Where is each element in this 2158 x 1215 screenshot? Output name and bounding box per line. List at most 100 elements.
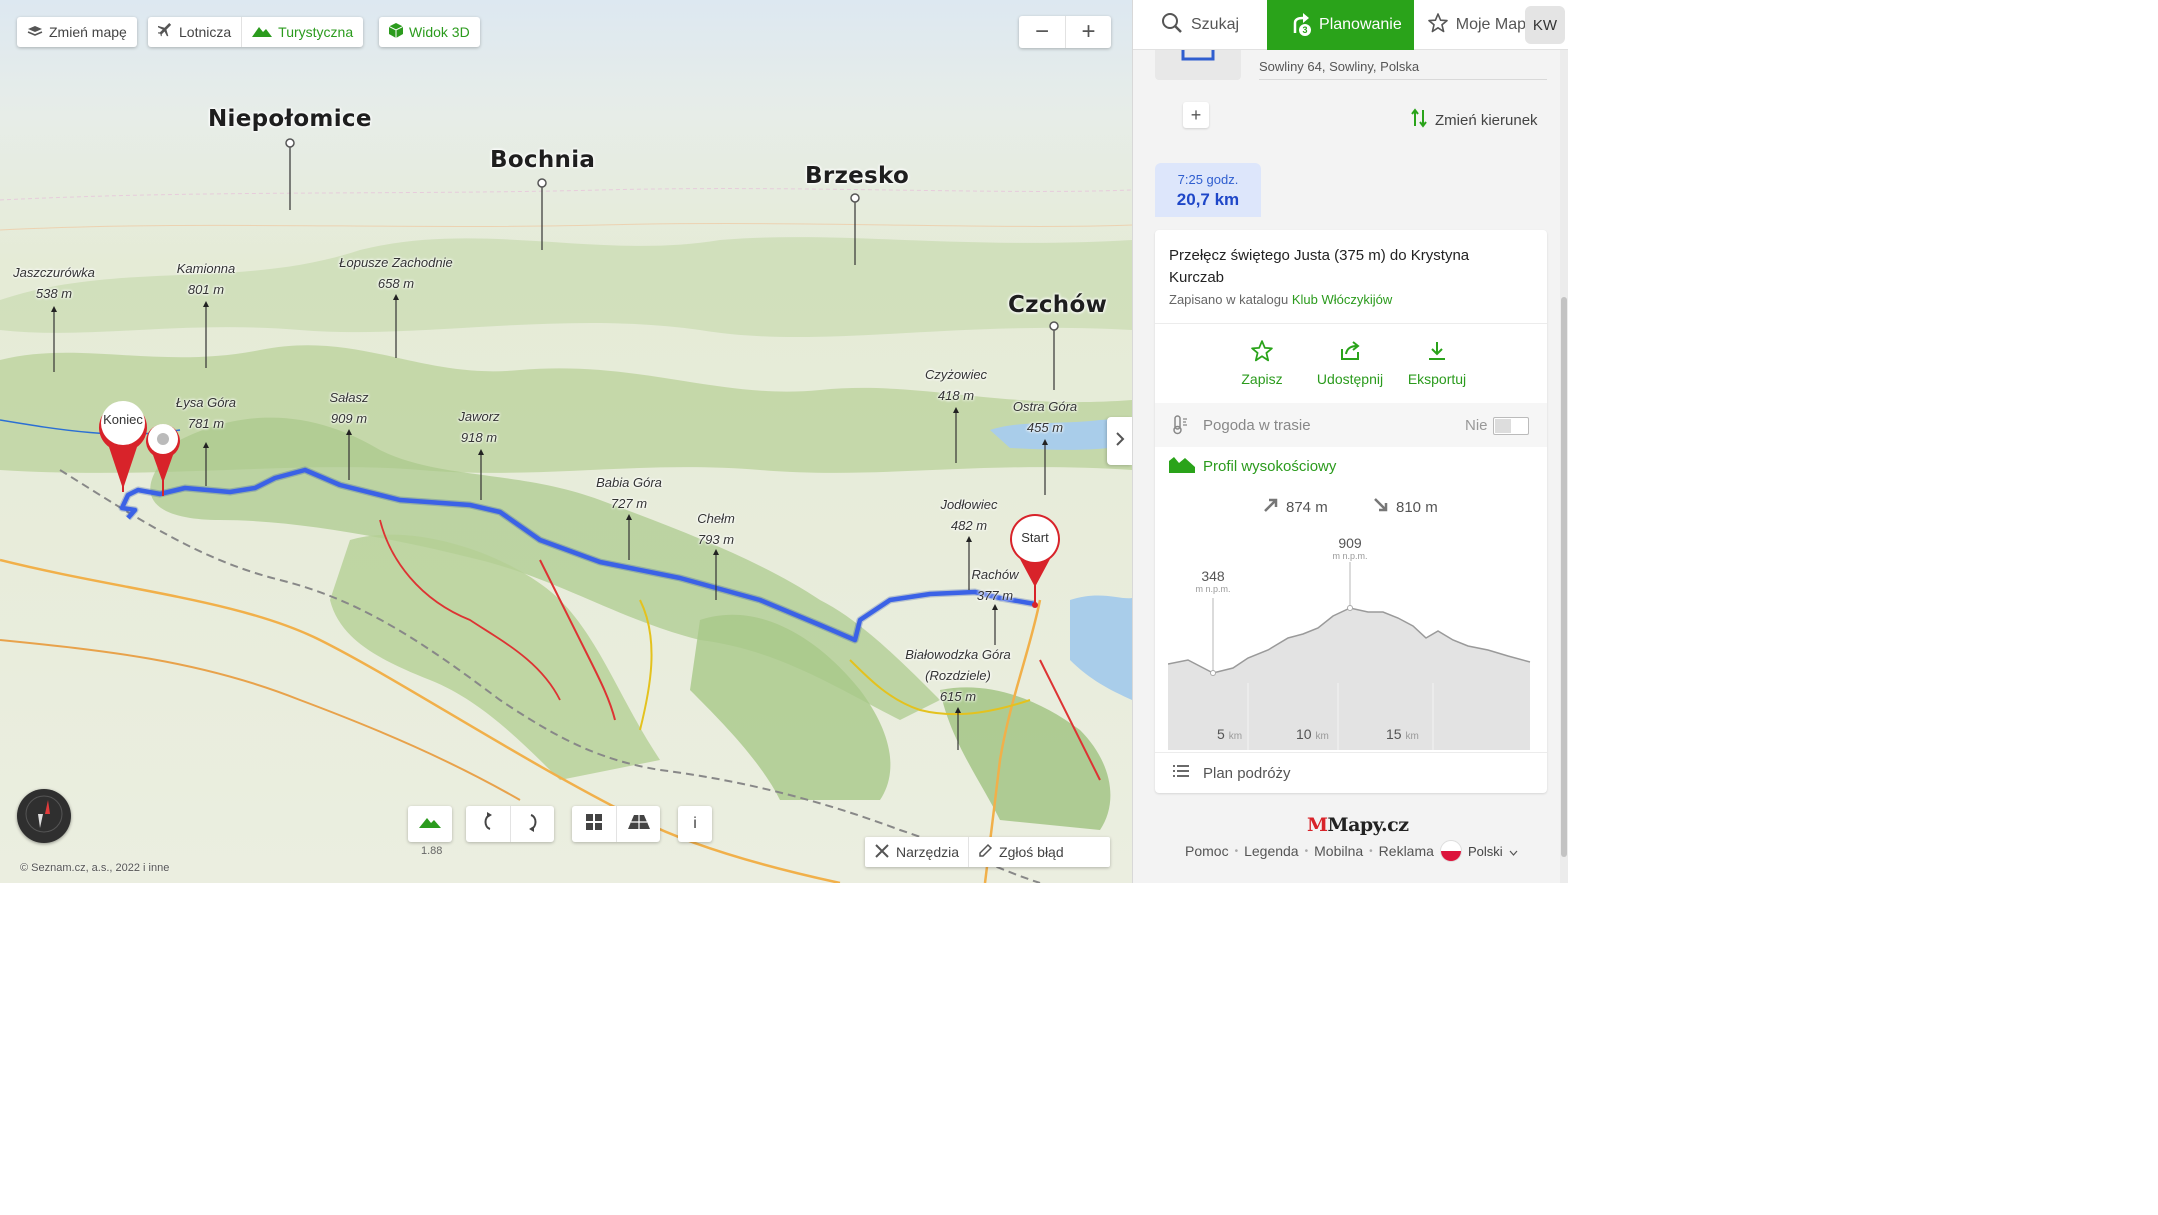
waypoint-address: Sowliny 64, Sowliny, Polska xyxy=(1259,59,1547,80)
elevation-area xyxy=(1168,562,1531,750)
route-variant-tab[interactable]: 7:25 godz. 20,7 km xyxy=(1155,163,1261,217)
view-group xyxy=(572,806,660,842)
map-tools-bar: Narzędzia Zgłoś błąd xyxy=(865,837,1110,867)
mountain-icon xyxy=(419,815,441,833)
route-card: Przełęcz świętego Justa (375 m) do Kryst… xyxy=(1155,230,1547,793)
peak-label: Kamionna 801 m xyxy=(176,261,236,297)
mountain-icon xyxy=(252,24,273,40)
layer-aerial-label: Lotnicza xyxy=(179,24,232,40)
plus-icon: + xyxy=(1190,104,1202,125)
add-waypoint-button[interactable]: + xyxy=(1183,102,1209,128)
airplane-icon xyxy=(158,23,173,41)
grid-view-button[interactable] xyxy=(572,806,616,842)
mapy-logo[interactable]: MMapy.cz xyxy=(1307,814,1409,836)
zoom-out-button[interactable]: − xyxy=(1019,16,1065,48)
route-icon: 3 xyxy=(1289,11,1312,40)
end-marker[interactable]: Koniec xyxy=(97,397,149,493)
legend-link[interactable]: Legenda xyxy=(1244,843,1299,859)
panel-tabs: Szukaj 3 Planowanie Moje Mapy KW xyxy=(1133,0,1568,50)
user-avatar[interactable]: KW xyxy=(1525,6,1565,44)
city-label: Czchów xyxy=(1008,292,1108,318)
peak-label: Białowodzka Góra (Rozdziele) 615 m xyxy=(905,647,1011,704)
info-group: i xyxy=(678,806,712,842)
rotate-right-button[interactable] xyxy=(510,806,554,842)
panel-scrollbar[interactable] xyxy=(1560,50,1568,883)
download-icon xyxy=(1426,342,1448,366)
language-label: Polski xyxy=(1468,843,1503,859)
export-route-label: Eksportuj xyxy=(1407,371,1467,387)
peak-label: Sałasz 909 m xyxy=(329,390,369,426)
view-3d-button[interactable]: Widok 3D xyxy=(379,17,480,47)
tab-planning[interactable]: 3 Planowanie xyxy=(1267,0,1414,50)
list-icon xyxy=(1173,764,1189,782)
export-route-button[interactable]: Eksportuj xyxy=(1400,340,1474,387)
elevation-chart[interactable]: 874 m 810 m 909 m n.p.m. 348 m n.p.m. 5 … xyxy=(1168,488,1533,750)
compass-button[interactable] xyxy=(17,789,71,843)
city-label: Brzesko xyxy=(805,163,910,189)
info-button[interactable]: i xyxy=(678,806,712,842)
pencil-icon xyxy=(978,843,993,861)
planning-badge: 3 xyxy=(1299,23,1312,36)
weather-label: Pogoda w trasie xyxy=(1203,417,1311,434)
mobile-link[interactable]: Mobilna xyxy=(1314,843,1363,859)
weather-toggle[interactable] xyxy=(1493,417,1529,435)
tab-search[interactable]: Szukaj xyxy=(1133,0,1267,50)
map-view[interactable]: Zmień mapę Lotnicza Turystyczna Widok 3D… xyxy=(0,0,1132,883)
tilt-view-button[interactable] xyxy=(616,806,660,842)
parking-icon xyxy=(1181,48,1215,66)
copyright-text: © Seznam.cz, a.s., 2022 i inne xyxy=(20,862,170,874)
mapy-logo-text: Mapy.cz xyxy=(1327,814,1409,836)
peak-label: Łopusze Zachodnie 658 m xyxy=(339,255,453,291)
min-elevation-label: 348 m n.p.m. xyxy=(1190,568,1236,594)
elevation-profile-header[interactable]: Profil wysokościowy xyxy=(1169,455,1336,478)
star-icon xyxy=(1427,12,1448,38)
report-error-label: Zgłoś błąd xyxy=(999,844,1064,860)
rotate-left-button[interactable] xyxy=(466,806,510,842)
elevation-profile-title: Profil wysokościowy xyxy=(1203,458,1337,475)
itinerary-label: Plan podróży xyxy=(1203,764,1291,782)
tools-button[interactable]: Narzędzia xyxy=(865,837,968,867)
change-direction-button[interactable]: Zmień kierunek xyxy=(1411,108,1538,132)
peak-label: Jodłowiec 482 m xyxy=(940,497,998,533)
collapse-panel-button[interactable] xyxy=(1107,417,1132,465)
star-outline-icon xyxy=(1251,340,1273,366)
zoom-in-button[interactable]: + xyxy=(1065,16,1111,48)
peak-label: Czyżowiec 418 m xyxy=(924,367,988,403)
tab-my-maps-label: Moje Mapy xyxy=(1455,16,1535,33)
language-select[interactable]: Polski xyxy=(1440,840,1518,862)
via-marker[interactable] xyxy=(145,421,181,497)
layer-aerial-button[interactable]: Lotnicza xyxy=(148,17,241,47)
report-error-button[interactable]: Zgłoś błąd xyxy=(968,837,1073,867)
saved-info: Zapisano w katalogu Klub Włóczykijów xyxy=(1169,292,1392,307)
city-label: Bochnia xyxy=(490,147,596,173)
min-elevation-value: 348 xyxy=(1201,568,1225,584)
share-route-label: Udostępnij xyxy=(1316,371,1384,387)
city-label: Niepołomice xyxy=(208,106,372,132)
min-elevation-unit: m n.p.m. xyxy=(1195,584,1231,594)
help-link[interactable]: Pomoc xyxy=(1185,843,1229,859)
layer-tourist-label: Turystyczna xyxy=(278,24,354,40)
tab-planning-label: Planowanie xyxy=(1319,16,1402,33)
share-route-button[interactable]: Udostępnij xyxy=(1308,340,1392,387)
zoom-level-text: 1.88 xyxy=(421,845,443,857)
itinerary-button[interactable]: Plan podróży xyxy=(1155,752,1547,793)
thermometer-icon xyxy=(1171,415,1189,440)
cube-icon xyxy=(388,23,404,41)
tools-icon xyxy=(874,843,890,862)
rotate-group xyxy=(466,806,554,842)
route-distance: 20,7 km xyxy=(1176,190,1240,209)
ads-link[interactable]: Reklama xyxy=(1379,843,1434,859)
layer-tourist-button[interactable]: Turystyczna xyxy=(241,17,363,47)
share-icon xyxy=(1339,341,1361,366)
peak-label: Chełm 793 m xyxy=(697,511,735,547)
change-map-button[interactable]: Zmień mapę xyxy=(17,17,137,47)
terrain-toggle-button[interactable] xyxy=(408,806,452,842)
route-title: Przełęcz świętego Justa (375 m) do Kryst… xyxy=(1169,247,1470,286)
start-marker[interactable]: Start xyxy=(1008,513,1062,609)
peak-label: Babia Góra 727 m xyxy=(596,475,662,511)
x-tick-label: 10 km xyxy=(1296,726,1329,742)
save-route-button[interactable]: Zapisz xyxy=(1227,340,1297,387)
tilt-icon xyxy=(627,814,650,834)
view-3d-label: Widok 3D xyxy=(409,24,470,40)
saved-catalog-link[interactable]: Klub Włóczykijów xyxy=(1292,292,1392,307)
